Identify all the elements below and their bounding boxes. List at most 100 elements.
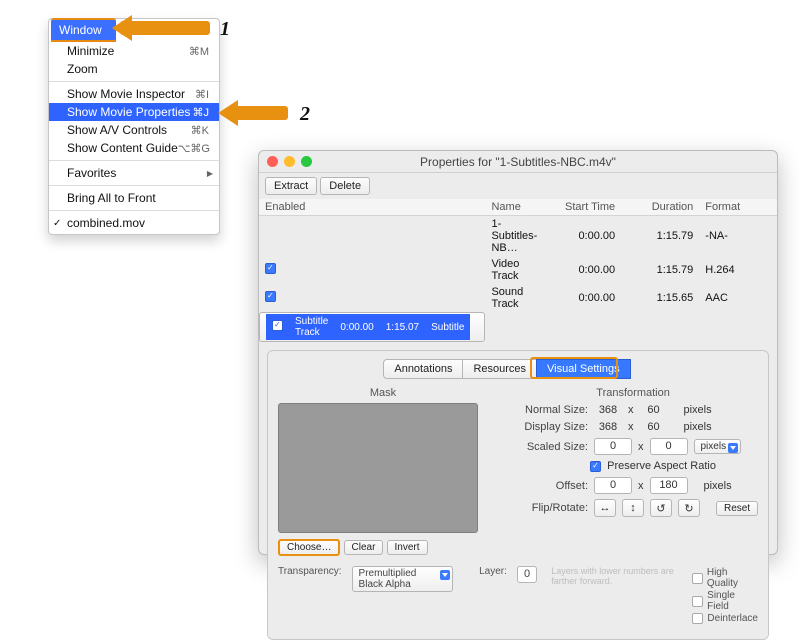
cell-duration: 1:15.07 xyxy=(380,314,425,340)
menu-separator xyxy=(49,81,219,82)
x-separator: x xyxy=(628,404,634,416)
rotate-cw-icon[interactable]: ↻ xyxy=(678,499,700,517)
pixels-label: pixels xyxy=(684,404,712,416)
col-format[interactable]: Format xyxy=(699,199,777,216)
clear-button[interactable]: Clear xyxy=(344,540,384,555)
delete-button[interactable]: Delete xyxy=(320,177,370,195)
flip-horizontal-icon[interactable]: ↔ xyxy=(594,499,616,517)
tab-visual-settings[interactable]: Visual Settings xyxy=(536,359,631,379)
offset-y-input[interactable]: 180 xyxy=(650,477,688,494)
cell-start: 0:00.00 xyxy=(334,314,379,340)
x-separator: x xyxy=(628,421,634,433)
minimize-icon[interactable] xyxy=(284,156,295,167)
table-row[interactable]: 1-Subtitles-NB… 0:00.00 1:15.79 -NA- xyxy=(259,216,777,257)
scaled-width-input[interactable]: 0 xyxy=(594,438,632,455)
menu-item-shortcut: ⌥⌘G xyxy=(178,142,210,155)
table-row[interactable]: Video Track 0:00.00 1:15.79 H.264 xyxy=(259,256,777,284)
col-enabled[interactable]: Enabled xyxy=(259,199,485,216)
menu-document[interactable]: ✓ combined.mov xyxy=(49,214,219,232)
single-field-label: Single Field xyxy=(707,590,758,612)
table-row[interactable]: Sound Track 0:00.00 1:15.65 AAC xyxy=(259,284,777,312)
transparency-select[interactable]: Premultiplied Black Alpha xyxy=(352,566,454,592)
flip-vertical-icon[interactable]: ↕ xyxy=(622,499,644,517)
annotation-arrow-icon xyxy=(228,106,288,120)
normal-width: 368 xyxy=(594,404,622,416)
display-size-label: Display Size: xyxy=(508,421,588,433)
cell-duration: 1:15.79 xyxy=(621,216,699,257)
offset-x-input[interactable]: 0 xyxy=(594,477,632,494)
col-start[interactable]: Start Time xyxy=(543,199,621,216)
track-table: Enabled Name Start Time Duration Format … xyxy=(259,199,777,342)
tab-resources[interactable]: Resources xyxy=(462,359,537,379)
offset-label: Offset: xyxy=(508,480,588,492)
menu-item-label: Show Movie Inspector xyxy=(67,87,185,101)
menu-bring-to-front[interactable]: Bring All to Front xyxy=(49,189,219,207)
menu-item-label: Bring All to Front xyxy=(67,191,156,205)
cell-format: Subtitle xyxy=(425,314,470,340)
menu-item-label: Minimize xyxy=(67,44,114,58)
col-name[interactable]: Name xyxy=(485,199,543,216)
main-pane: AnnotationsResourcesVisual Settings Mask… xyxy=(267,350,769,640)
cell-name: 1-Subtitles-NB… xyxy=(485,216,543,257)
chevron-right-icon: ▶ xyxy=(207,169,213,178)
layer-stepper[interactable]: 0 xyxy=(517,566,537,583)
cell-format: AAC xyxy=(699,284,777,312)
display-height: 60 xyxy=(640,421,668,433)
menu-zoom[interactable]: Zoom xyxy=(49,60,219,78)
cell-name: Subtitle Track xyxy=(289,314,334,340)
menu-item-shortcut: ⌘M xyxy=(189,45,209,58)
rotate-ccw-icon[interactable]: ↺ xyxy=(650,499,672,517)
tab-annotations[interactable]: Annotations xyxy=(383,359,463,379)
zoom-icon[interactable] xyxy=(301,156,312,167)
menu-item-label: Show Content Guide xyxy=(67,141,178,155)
preserve-aspect-checkbox[interactable] xyxy=(590,461,601,472)
display-width: 368 xyxy=(594,421,622,433)
annotation-number: 1 xyxy=(220,18,230,41)
col-duration[interactable]: Duration xyxy=(621,199,699,216)
choose-button[interactable]: Choose… xyxy=(278,539,340,556)
menu-favorites[interactable]: Favorites ▶ xyxy=(49,164,219,182)
cell-name: Sound Track xyxy=(485,284,543,312)
menu-item-label: Show Movie Properties xyxy=(67,105,190,119)
scaled-height-input[interactable]: 0 xyxy=(650,438,688,455)
single-field-checkbox[interactable] xyxy=(692,596,703,607)
menu-show-content-guide[interactable]: Show Content Guide ⌥⌘G xyxy=(49,139,219,157)
cell-name: Video Track xyxy=(485,256,543,284)
invert-button[interactable]: Invert xyxy=(387,540,428,555)
table-row[interactable]: Subtitle Track 0:00.00 1:15.07 Subtitle xyxy=(259,312,485,342)
extract-button[interactable]: Extract xyxy=(265,177,317,195)
menu-separator xyxy=(49,185,219,186)
normal-height: 60 xyxy=(640,404,668,416)
close-icon[interactable] xyxy=(267,156,278,167)
window-title: Properties for "1-Subtitles-NBC.m4v" xyxy=(420,155,616,169)
enabled-checkbox[interactable] xyxy=(265,263,276,274)
high-quality-label: High Quality xyxy=(707,567,758,589)
menu-show-inspector[interactable]: Show Movie Inspector ⌘I xyxy=(49,85,219,103)
menu-item-shortcut: ⌘K xyxy=(191,124,209,137)
check-icon: ✓ xyxy=(53,218,61,229)
deinterlace-checkbox[interactable] xyxy=(692,613,703,624)
menu-show-properties[interactable]: Show Movie Properties ⌘J xyxy=(49,103,219,121)
menu-title[interactable]: Window xyxy=(51,18,116,42)
flip-rotate-label: Flip/Rotate: xyxy=(508,502,588,514)
reset-button[interactable]: Reset xyxy=(716,501,758,516)
menu-show-av[interactable]: Show A/V Controls ⌘K xyxy=(49,121,219,139)
enabled-checkbox[interactable] xyxy=(265,291,276,302)
cell-start: 0:00.00 xyxy=(543,216,621,257)
titlebar[interactable]: Properties for "1-Subtitles-NBC.m4v" xyxy=(259,151,777,173)
transformation-title: Transformation xyxy=(508,387,758,399)
chevron-down-icon xyxy=(440,570,450,580)
menu-item-label: Favorites xyxy=(67,166,116,180)
mask-title: Mask xyxy=(278,387,488,399)
pixels-label: pixels xyxy=(704,480,732,492)
high-quality-checkbox[interactable] xyxy=(692,573,702,584)
enabled-checkbox[interactable] xyxy=(272,320,283,331)
menu-item-label: combined.mov xyxy=(67,216,145,230)
menu-item-label: Zoom xyxy=(67,62,98,76)
scaled-size-label: Scaled Size: xyxy=(508,441,588,453)
menu-minimize[interactable]: Minimize ⌘M xyxy=(49,42,219,60)
units-select[interactable]: pixels xyxy=(694,439,742,454)
x-separator: x xyxy=(638,441,644,453)
layer-label: Layer: xyxy=(479,566,507,577)
mask-preview[interactable] xyxy=(278,403,478,533)
